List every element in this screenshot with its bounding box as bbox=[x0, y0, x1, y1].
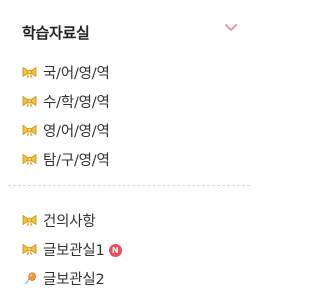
ribbon-bow-icon bbox=[22, 67, 37, 79]
ribbon-bow-icon bbox=[22, 215, 37, 227]
secondary-menu: 건의사항 글보관실1 N 글보관실2 bbox=[22, 206, 256, 293]
menu-item-label: 건의사항 bbox=[43, 214, 96, 230]
section-title: 학습자료실 bbox=[22, 23, 90, 42]
menu-item-archive-2[interactable]: 글보관실2 bbox=[22, 264, 256, 293]
menu-item-label: 탐/구/영/역 bbox=[43, 153, 110, 169]
ribbon-bow-icon bbox=[22, 244, 37, 256]
section-divider bbox=[8, 185, 250, 186]
menu-item-label: 글보관실2 bbox=[43, 272, 105, 288]
chevron-down-icon[interactable] bbox=[224, 23, 238, 33]
menu-item-archive-1[interactable]: 글보관실1 N bbox=[22, 235, 256, 264]
menu-item-suggestions[interactable]: 건의사항 bbox=[22, 206, 256, 235]
menu-item-label: 국/어/영/역 bbox=[43, 66, 110, 82]
menu-item-inquiry[interactable]: 탐/구/영/역 bbox=[22, 145, 256, 174]
menu-item-math[interactable]: 수/학/영/역 bbox=[22, 87, 256, 116]
ribbon-bow-icon bbox=[22, 125, 37, 137]
menu-item-label: 수/학/영/역 bbox=[43, 95, 110, 111]
balloon-icon bbox=[24, 272, 36, 284]
primary-menu: 국/어/영/역 수/학/영/역 영/어/영/역 탐/구/영/역 bbox=[22, 58, 256, 174]
menu-item-korean[interactable]: 국/어/영/역 bbox=[22, 58, 256, 87]
ribbon-bow-icon bbox=[22, 154, 37, 166]
sidebar-section-study-materials: 학습자료실 국/어/영/역 수/학/영/역 영/어/영/역 탐/구/영/역 건의… bbox=[0, 0, 256, 302]
menu-item-label: 영/어/영/역 bbox=[43, 124, 110, 140]
menu-item-english[interactable]: 영/어/영/역 bbox=[22, 116, 256, 145]
ribbon-bow-icon bbox=[22, 96, 37, 108]
menu-item-label: 글보관실1 bbox=[43, 243, 105, 259]
section-header[interactable]: 학습자료실 bbox=[22, 22, 238, 42]
new-badge: N bbox=[108, 243, 122, 257]
